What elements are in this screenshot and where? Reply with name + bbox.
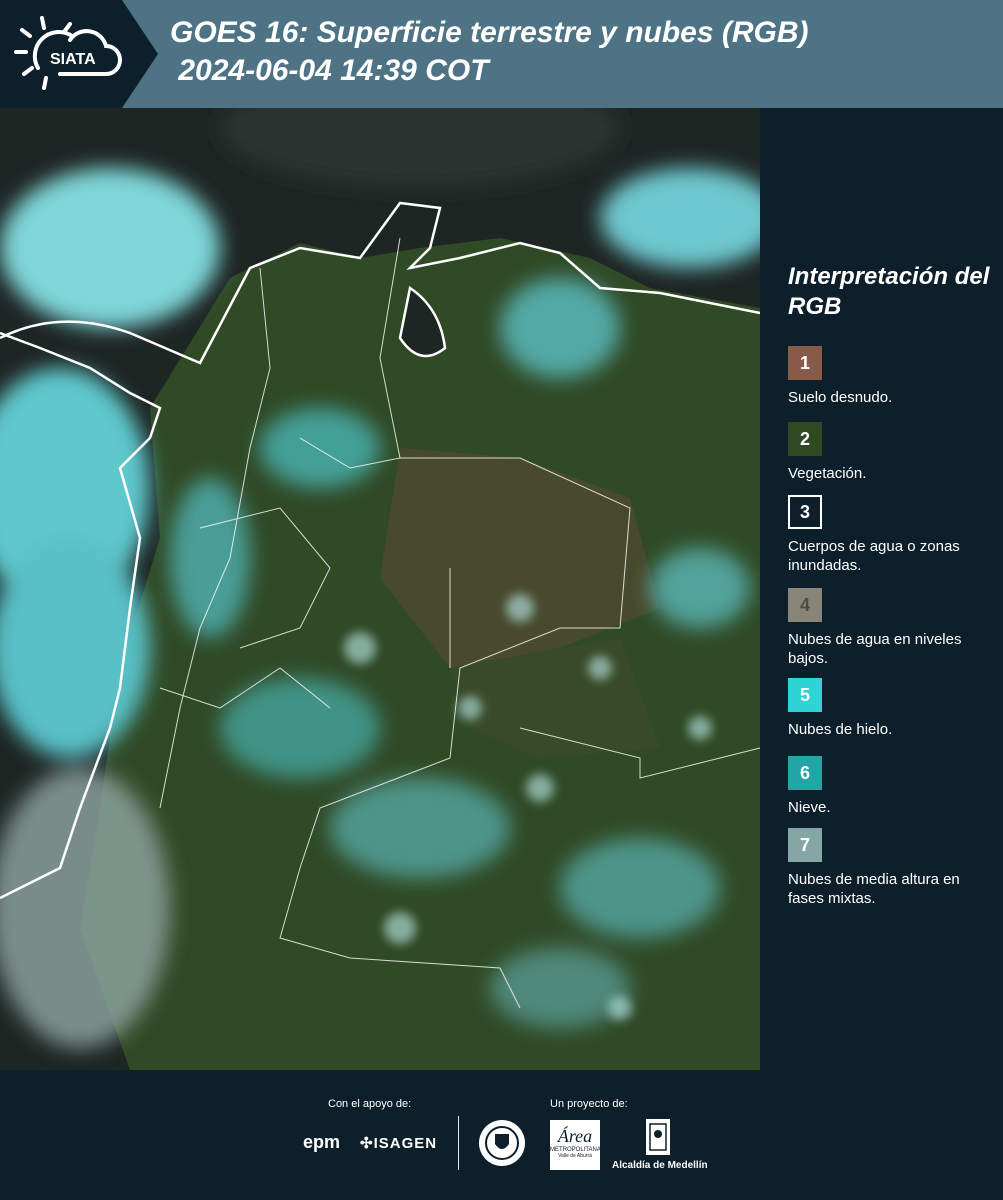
- legend-label: Nubes de agua en niveles bajos.: [788, 631, 962, 667]
- siata-logo-icon: SIATA: [14, 16, 122, 90]
- project-label: Un proyecto de:: [550, 1098, 628, 1110]
- footer-divider: [458, 1116, 459, 1170]
- amva-logo: Área METROPOLITANA Valle de Aburrá: [550, 1120, 601, 1170]
- legend-item: 7 Nubes de media altura en fases mixtas.: [788, 828, 998, 908]
- logo-text: SIATA: [50, 51, 96, 68]
- legend-swatch: 2: [788, 422, 822, 456]
- legend-label: Nieve.: [788, 799, 831, 816]
- legend-item: 1 Suelo desnudo.: [788, 346, 998, 407]
- medellin-shield-icon: [646, 1119, 670, 1155]
- isagen-text: ISAGEN: [373, 1135, 438, 1152]
- amva-text: Área: [557, 1126, 593, 1146]
- legend-swatch: 4: [788, 588, 822, 622]
- logo-block: SIATA: [0, 0, 158, 108]
- legend-swatch: 7: [788, 828, 822, 862]
- legend-title: Interpretación del RGB: [788, 263, 990, 320]
- header-banner: SIATA GOES 16: Superficie terrestre y nu…: [0, 0, 1003, 108]
- isagen-logo: ✣ISAGEN: [360, 1134, 437, 1152]
- legend-panel: Interpretación del RGB 1 Suelo desnudo. 2 V…: [760, 108, 1003, 1070]
- legend-swatch: 5: [788, 678, 822, 712]
- legend-label: Vegetación.: [788, 465, 867, 482]
- satellite-map[interactable]: [0, 108, 760, 1070]
- legend-item: 5 Nubes de hielo.: [788, 678, 998, 739]
- epm-logo: epm: [303, 1132, 341, 1152]
- medellin-text: Alcaldía de Medellín: [612, 1160, 708, 1171]
- legend-label: Nubes de media altura en fases mixtas.: [788, 871, 960, 907]
- footer: Con el apoyo de: Un proyecto de: epm ✣IS…: [0, 1070, 1003, 1200]
- legend-swatch: 1: [788, 346, 822, 380]
- legend-label: Suelo desnudo.: [788, 389, 893, 406]
- satellite-image: [0, 108, 760, 1070]
- legend-item: 3 Cuerpos de agua o zonas inundadas.: [788, 495, 998, 575]
- legend-item: 4 Nubes de agua en niveles bajos.: [788, 588, 998, 668]
- page-title: GOES 16: Superficie terrestre y nubes (R…: [170, 16, 809, 87]
- support-label: Con el apoyo de:: [328, 1098, 412, 1110]
- amva-sub2: Valle de Aburrá: [558, 1153, 592, 1159]
- legend-swatch: 3: [788, 495, 822, 529]
- legend-item: 6 Nieve.: [788, 756, 998, 817]
- legend-item: 2 Vegetación.: [788, 422, 998, 483]
- legend-label: Cuerpos de agua o zonas inundadas.: [788, 538, 960, 574]
- isagen-icon: ✣: [360, 1135, 374, 1152]
- legend-swatch: 6: [788, 756, 822, 790]
- legend-label: Nubes de hielo.: [788, 721, 893, 738]
- medellin-seal-icon: [479, 1120, 525, 1166]
